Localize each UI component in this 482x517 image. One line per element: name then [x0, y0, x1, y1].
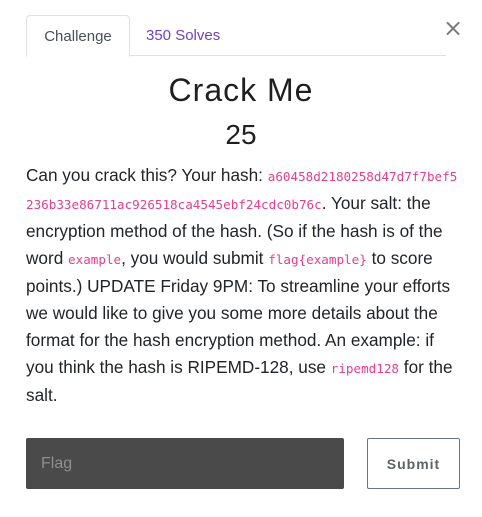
description-text: Can you crack this? Your hash: — [26, 165, 268, 185]
example-code: example — [68, 252, 122, 267]
challenge-points: 25 — [225, 119, 257, 150]
close-icon[interactable]: × — [443, 16, 463, 40]
tab-bar: Challenge 350 Solves — [26, 15, 446, 57]
description-text: , you would submit — [121, 248, 269, 268]
submit-button[interactable]: Submit — [367, 438, 460, 489]
challenge-description: Can you crack this? Your hash: a60458d21… — [26, 162, 462, 409]
tab-challenge[interactable]: Challenge — [26, 15, 130, 57]
challenge-title: Crack Me — [168, 72, 314, 108]
flag-input[interactable] — [26, 438, 344, 489]
salt-example-code: ripemd128 — [330, 361, 400, 376]
tab-solves[interactable]: 350 Solves — [130, 15, 236, 56]
challenge-modal: × Challenge 350 Solves Crack Me 25 Can y… — [0, 0, 482, 517]
flag-format-code: flag{example} — [268, 252, 367, 267]
